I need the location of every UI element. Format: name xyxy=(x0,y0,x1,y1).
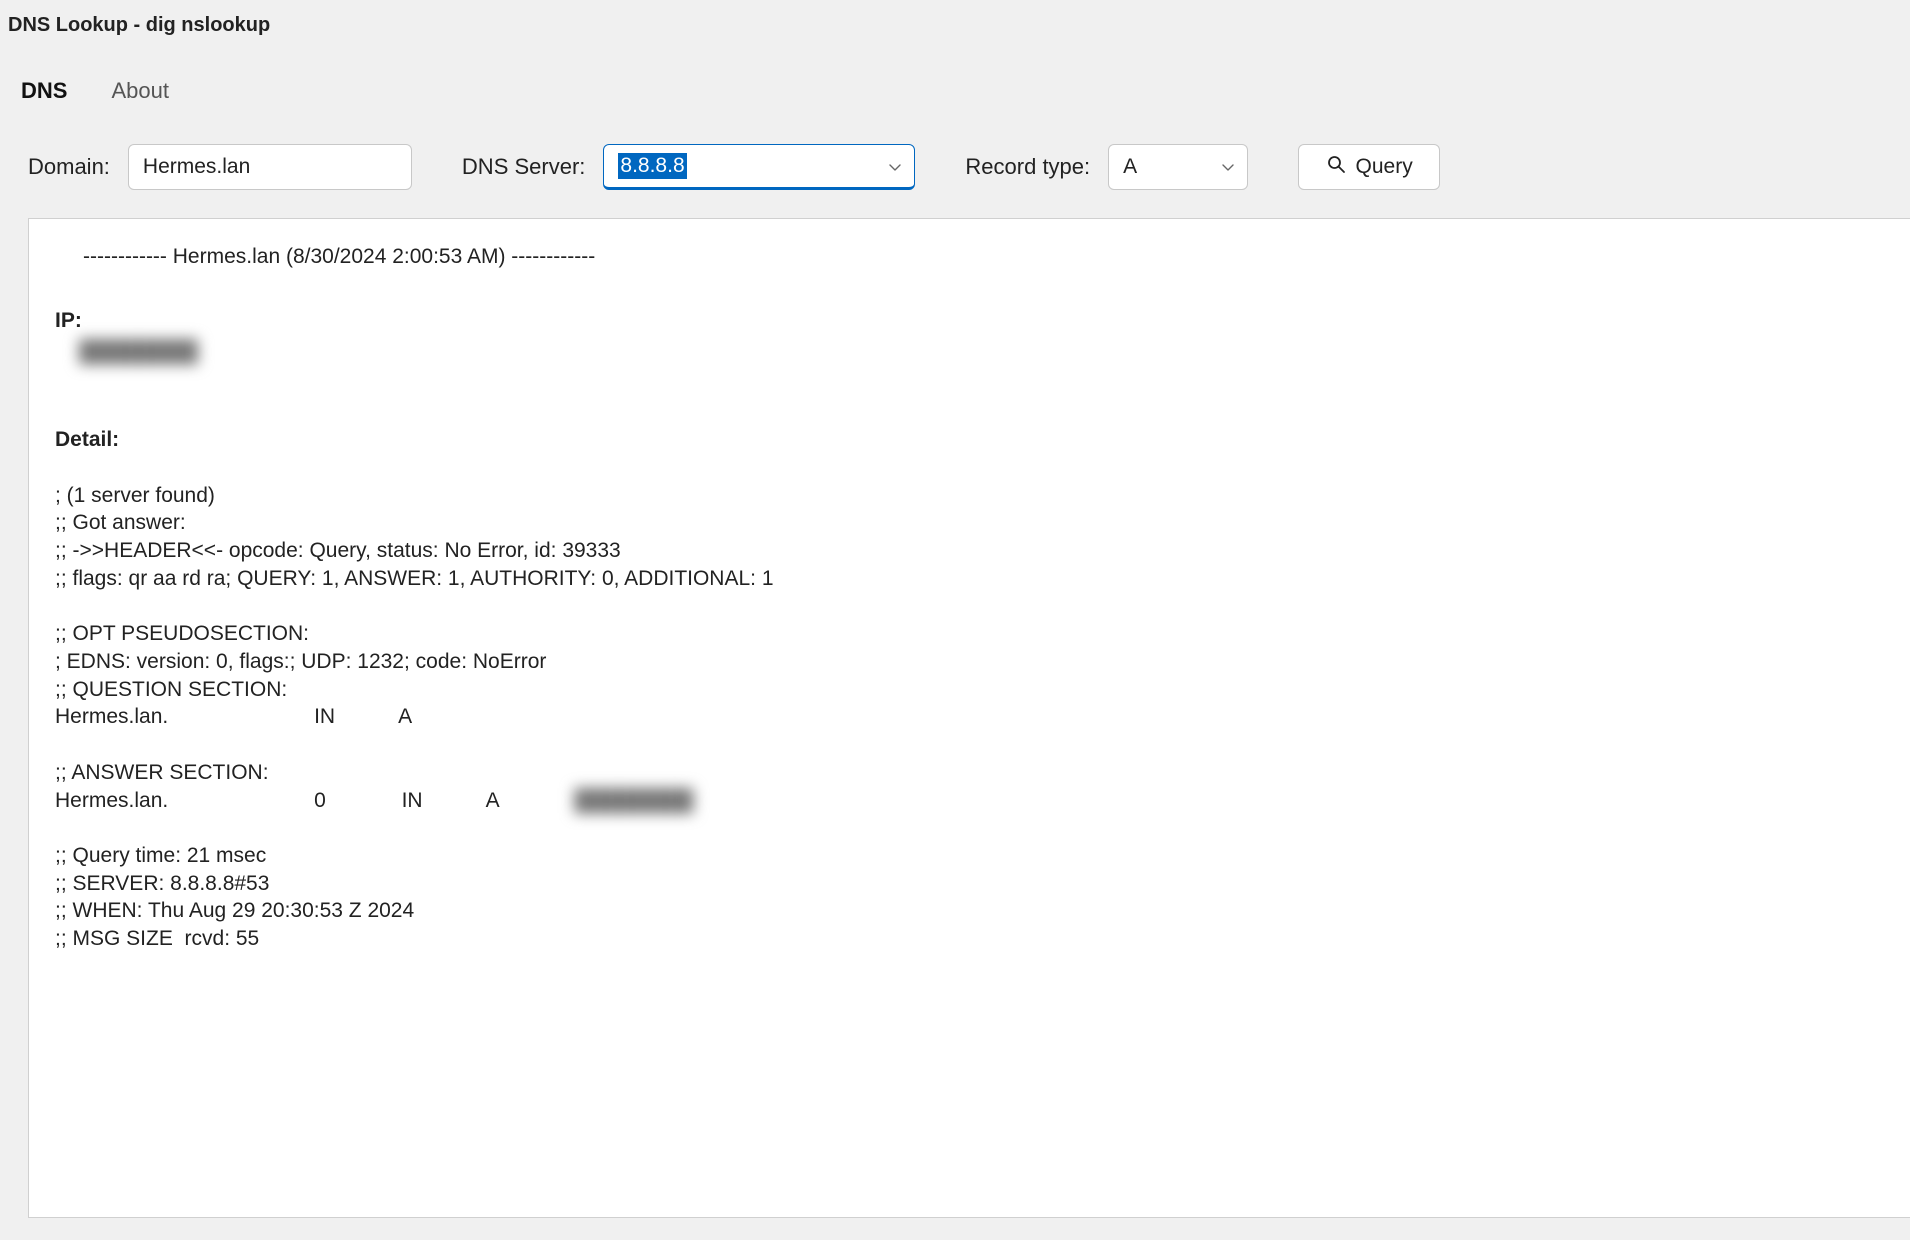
domain-label: Domain: xyxy=(28,154,110,180)
record-type-select[interactable]: A xyxy=(1108,144,1248,190)
ip-value-redacted: ████████ xyxy=(79,338,198,366)
record-type-label: Record type: xyxy=(965,154,1090,180)
dns-server-combo[interactable]: 8.8.8.8 xyxy=(603,144,915,190)
search-icon xyxy=(1326,154,1346,180)
tab-about[interactable]: About xyxy=(90,65,192,116)
result-separator: ------------ Hermes.lan (8/30/2024 2:00:… xyxy=(55,243,1884,271)
query-button-label: Query xyxy=(1356,155,1413,179)
tab-dns[interactable]: DNS xyxy=(0,65,90,116)
record-type-value: A xyxy=(1123,155,1137,179)
output-panel[interactable]: ------------ Hermes.lan (8/30/2024 2:00:… xyxy=(28,218,1910,1218)
dns-server-value[interactable]: 8.8.8.8 xyxy=(618,153,686,179)
query-controls: Domain: DNS Server: 8.8.8.8 Record type:… xyxy=(0,116,1910,210)
dns-server-label: DNS Server: xyxy=(462,154,585,180)
detail-label: Detail: xyxy=(55,426,1884,454)
window-title: DNS Lookup - dig nslookup xyxy=(0,0,1910,47)
query-button[interactable]: Query xyxy=(1298,144,1440,190)
domain-input[interactable] xyxy=(128,144,412,190)
ip-label: IP: xyxy=(55,307,1884,335)
detail-output: ; (1 server found) ;; Got answer: ;; ->>… xyxy=(55,454,1884,953)
tab-bar: DNS About xyxy=(0,65,1910,116)
answer-ip-redacted: ████████ xyxy=(574,789,693,812)
